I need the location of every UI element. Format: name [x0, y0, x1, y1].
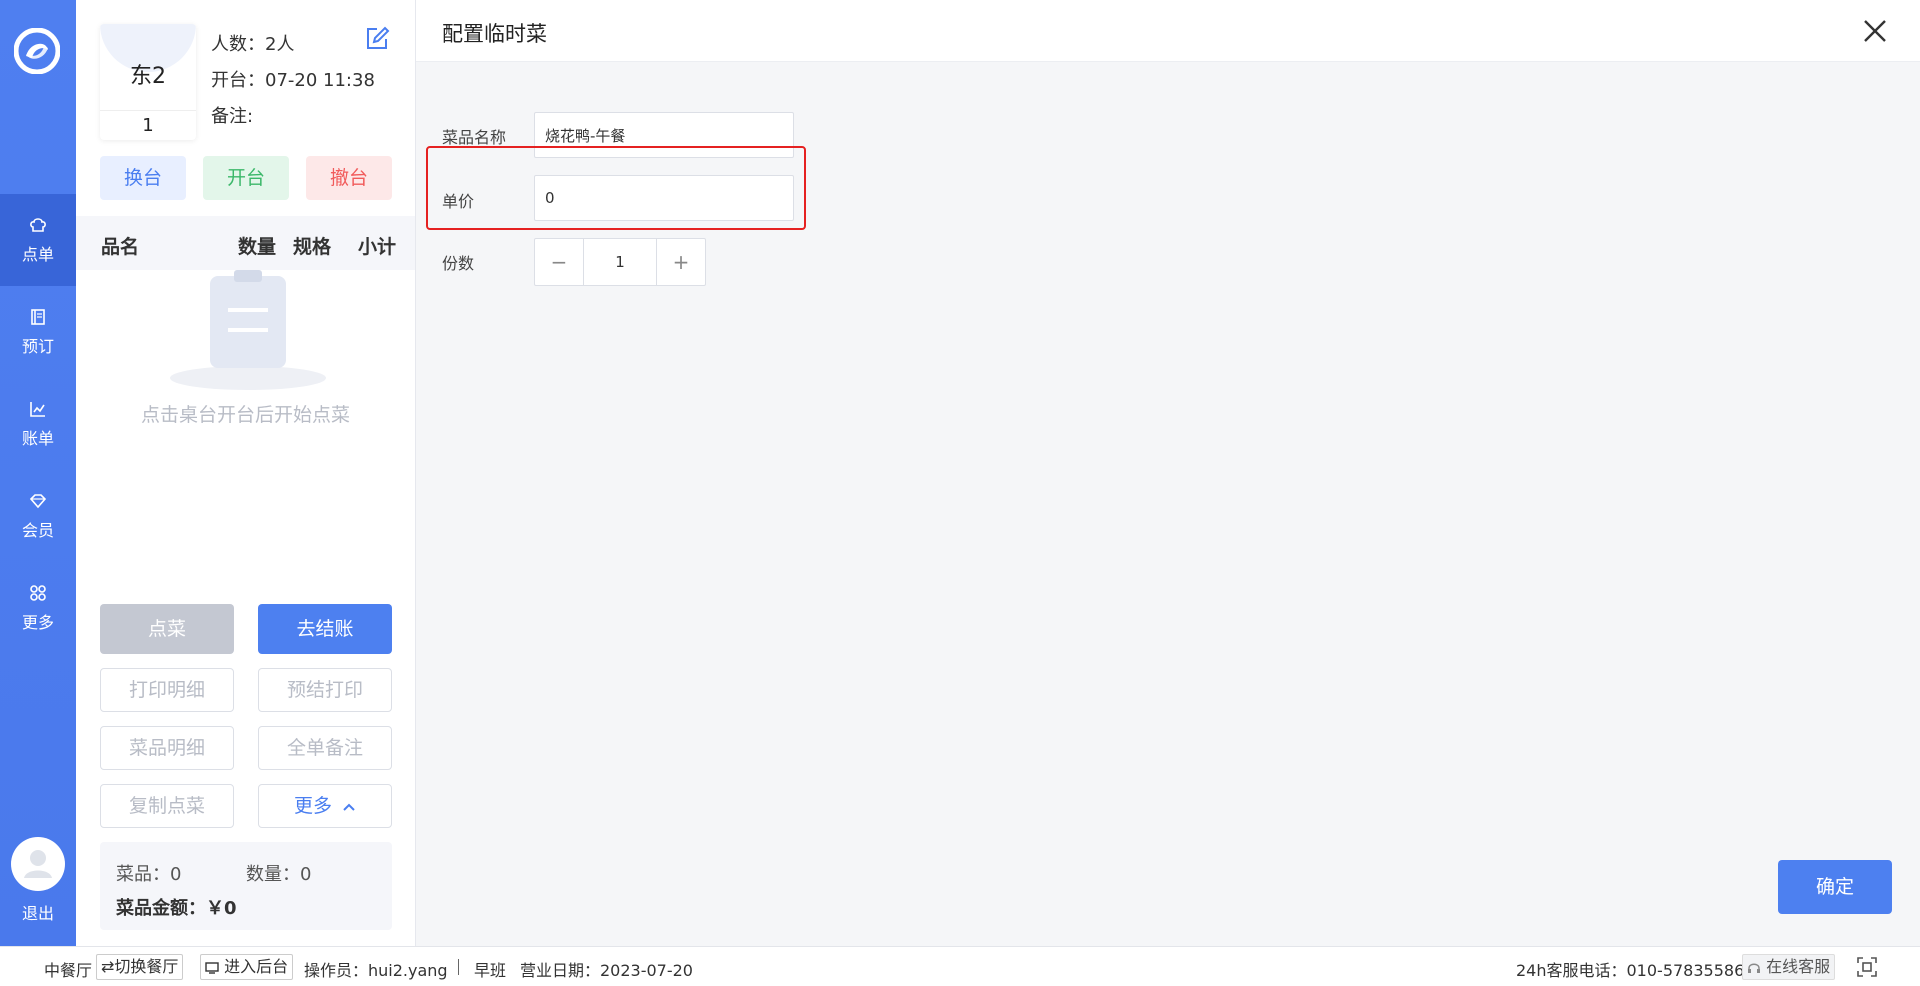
- table-number: 1: [100, 110, 196, 140]
- copy-order-button[interactable]: 复制点菜: [100, 784, 234, 828]
- table-name: 东2: [130, 64, 166, 89]
- portion-stepper: − 1 +: [534, 238, 706, 286]
- nav-item-bills[interactable]: 账单: [0, 378, 76, 470]
- empty-clipboard-icon: [170, 270, 326, 390]
- item-quantity: 数量：0: [246, 864, 312, 885]
- edit-icon[interactable]: [364, 26, 390, 52]
- online-service-label: 在线客服: [1766, 957, 1831, 976]
- panel-header: 配置临时菜: [416, 0, 1920, 62]
- cancel-table-button[interactable]: 撤台: [306, 156, 392, 200]
- increment-button[interactable]: +: [657, 239, 705, 285]
- checkout-button[interactable]: 去结账: [258, 604, 392, 654]
- nav-item-label: 账单: [21, 429, 54, 448]
- divider: [458, 959, 459, 975]
- user-icon: [24, 850, 52, 878]
- more-label: 更多: [293, 795, 332, 817]
- dish-amount: 菜品金额：￥0: [116, 898, 237, 919]
- book-icon: [31, 309, 45, 325]
- avatar[interactable]: [11, 837, 65, 891]
- fullscreen-icon[interactable]: [1856, 956, 1878, 978]
- col-name: 品名: [101, 236, 140, 258]
- order-table-header: 品名 数量 规格 小计: [76, 216, 415, 270]
- shift-label: 早班: [474, 961, 507, 980]
- temp-dish-config-panel: 配置临时菜 菜品名称 单价 份数 − 1 + 确定: [416, 0, 1920, 946]
- nav-item-members[interactable]: 会员: [0, 470, 76, 562]
- dish-detail-button[interactable]: 菜品明细: [100, 726, 234, 770]
- operator-name: 操作员：hui2.yang: [304, 961, 448, 980]
- order-panel: 东2 1 人数：2人 开台：07-20 11:38 备注: 换台 开台 撤台 品…: [76, 0, 416, 946]
- order-dish-button[interactable]: 点菜: [100, 604, 234, 654]
- empty-order-text: 点击桌台开台后开始点菜: [140, 404, 350, 426]
- logout-button[interactable]: 退出: [0, 900, 76, 924]
- table-card: 东2 1: [100, 24, 196, 140]
- nav-item-label: 点单: [21, 245, 54, 264]
- nav-item-label: 会员: [21, 521, 54, 540]
- chevron-up-icon: [343, 803, 355, 811]
- restaurant-name: 中餐厅: [44, 961, 93, 980]
- enter-backend-label: 进入后台: [224, 957, 289, 976]
- headset-icon: [1748, 963, 1760, 973]
- print-detail-button[interactable]: 打印明细: [100, 668, 234, 712]
- page-title: 配置临时菜: [442, 22, 547, 46]
- col-spec: 规格: [293, 236, 332, 258]
- price-input[interactable]: [534, 175, 794, 221]
- close-icon[interactable]: [1860, 16, 1890, 46]
- portion-value[interactable]: 1: [583, 239, 657, 285]
- service-hotline: 24h客服电话：010-57835586: [1516, 961, 1745, 980]
- grid-icon: [30, 585, 46, 601]
- monitor-icon: [205, 961, 219, 974]
- app-logo-icon: [14, 28, 60, 74]
- more-button[interactable]: 更多: [258, 784, 392, 828]
- pre-print-button[interactable]: 预结打印: [258, 668, 392, 712]
- price-label: 单价: [442, 192, 475, 211]
- enter-backend-button[interactable]: 进入后台: [200, 954, 294, 980]
- swap-table-button[interactable]: 换台: [100, 156, 186, 200]
- dish-name-label: 菜品名称: [442, 128, 507, 147]
- nav-item-order[interactable]: 点单: [0, 194, 76, 286]
- decrement-button[interactable]: −: [535, 239, 583, 285]
- table-remark: 备注:: [211, 106, 254, 127]
- status-bar: 中餐厅 ⇄切换餐厅 进入后台 操作员：hui2.yang 早班 营业日期：202…: [0, 946, 1920, 986]
- nav-item-reservation[interactable]: 预订: [0, 286, 76, 378]
- left-nav: 点单 预订 账单 会员 更多 退出: [0, 0, 76, 946]
- open-time: 开台：07-20 11:38: [211, 70, 375, 91]
- open-table-button[interactable]: 开台: [203, 156, 289, 200]
- order-summary: 菜品：0 数量：0 菜品金额：￥0: [100, 842, 392, 930]
- guest-count: 人数：2人: [211, 34, 295, 55]
- order-remark-button[interactable]: 全单备注: [258, 726, 392, 770]
- col-subtotal: 小计: [358, 236, 397, 258]
- business-date: 营业日期：2023-07-20: [520, 961, 693, 980]
- confirm-button[interactable]: 确定: [1778, 860, 1892, 914]
- chart-icon: [30, 402, 45, 417]
- online-service-button[interactable]: 在线客服: [1742, 954, 1836, 980]
- nav-item-more[interactable]: 更多: [0, 562, 76, 654]
- chef-hat-icon: [30, 218, 46, 232]
- nav-item-label: 更多: [21, 613, 54, 632]
- nav-item-label: 预订: [21, 337, 54, 356]
- diamond-icon: [29, 494, 47, 509]
- col-qty: 数量: [238, 236, 277, 258]
- switch-restaurant-button[interactable]: ⇄切换餐厅: [96, 954, 184, 980]
- dish-name-input[interactable]: [534, 112, 794, 158]
- portion-label: 份数: [442, 254, 475, 273]
- dish-count: 菜品：0: [116, 864, 182, 885]
